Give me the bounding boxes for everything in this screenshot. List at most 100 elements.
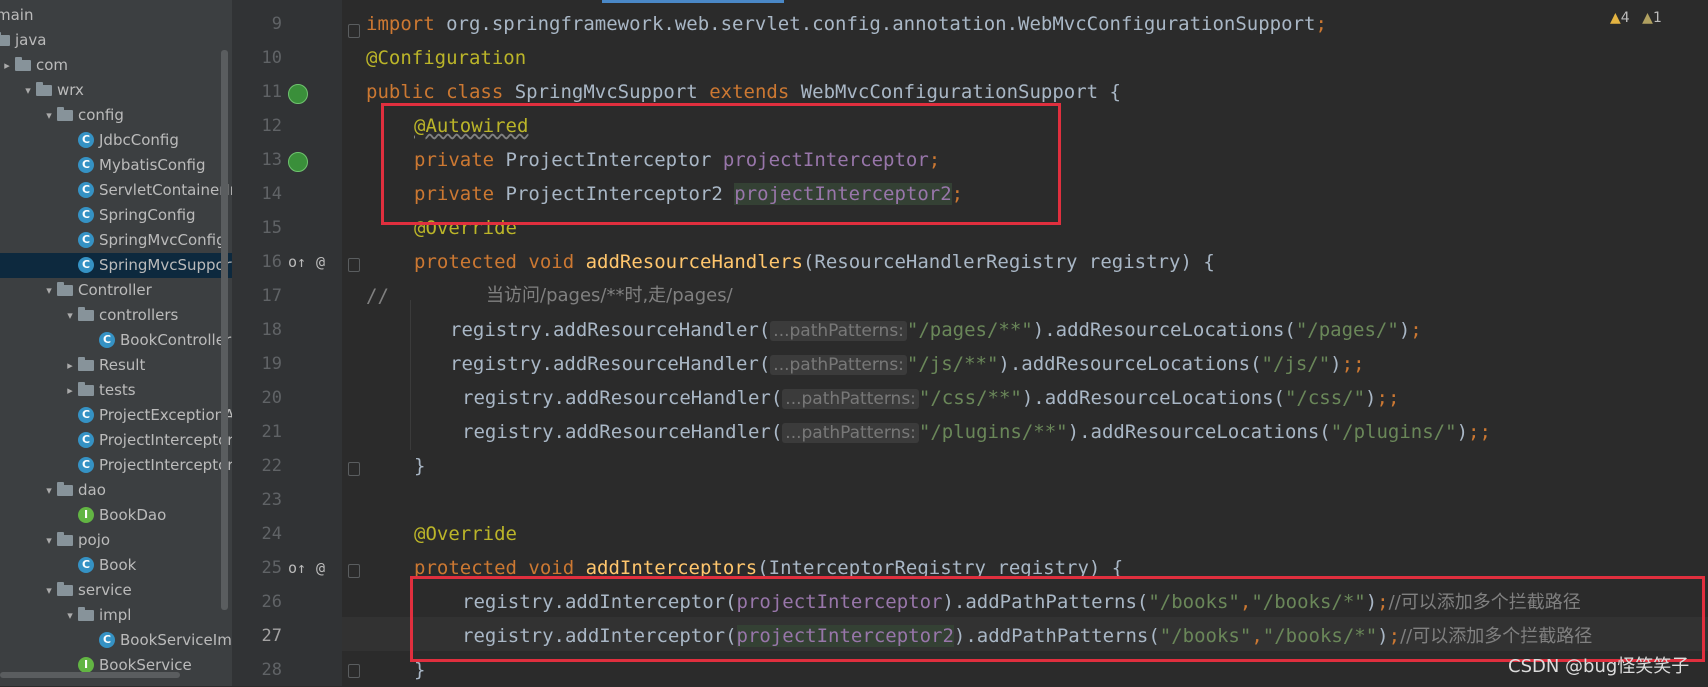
tree-item[interactable]: C Book (0, 553, 232, 578)
class-icon: C (99, 632, 115, 648)
tree-item[interactable]: ▾ Controller (0, 278, 232, 303)
line-number[interactable]: 25 (232, 551, 282, 585)
line-number[interactable]: 10 (232, 41, 282, 75)
line-number[interactable]: 9 (232, 7, 282, 41)
tree-item[interactable]: C SpringMvcSupport (0, 253, 232, 278)
class-icon: C (78, 207, 94, 223)
tree-item[interactable]: main (0, 3, 232, 28)
annotation-at-icon[interactable]: @ (316, 558, 325, 578)
line-number[interactable]: 26 (232, 585, 282, 619)
line-number[interactable]: 24 (232, 517, 282, 551)
tree-item[interactable]: C BookServiceImpl (0, 628, 232, 653)
line-number[interactable]: 27 (232, 619, 282, 653)
class-icon: C (78, 232, 94, 248)
chevron-down-icon[interactable]: ▾ (43, 528, 55, 553)
folder-icon (57, 482, 73, 496)
highlight-box-fields (381, 103, 1061, 225)
tree-item[interactable]: C BookController (0, 328, 232, 353)
class-icon: C (78, 457, 94, 473)
fold-marker-icon[interactable] (348, 664, 360, 678)
line-number[interactable]: 28 (232, 653, 282, 687)
tree-item-label: JdbcConfig (99, 131, 179, 149)
tree-item[interactable]: C ProjectInterceptor (0, 428, 232, 453)
chevron-right-icon[interactable]: ▸ (1, 53, 13, 78)
tree-item[interactable]: ▾ impl (0, 603, 232, 628)
project-tree-panel[interactable]: main java ▸ com ▾ wrx ▾ config C JdbcConfig C Mybat… (0, 0, 232, 686)
chevron-down-icon[interactable]: ▾ (22, 78, 34, 103)
tree-item[interactable]: ▸ com (0, 53, 232, 78)
chevron-down-icon[interactable]: ▾ (64, 603, 76, 628)
chevron-down-icon[interactable]: ▾ (43, 578, 55, 603)
tree-item[interactable]: C ServletContainerInitConfig (0, 178, 232, 203)
chevron-down-icon[interactable]: ▾ (43, 278, 55, 303)
tree-item-label: impl (99, 606, 132, 624)
tree-scrollbar[interactable] (221, 50, 228, 610)
folder-icon (36, 82, 52, 96)
line-number[interactable]: 20 (232, 381, 282, 415)
tree-item[interactable]: C ProjectInterceptor2 (0, 453, 232, 478)
line-number[interactable]: 17 (232, 279, 282, 313)
inspection-widget[interactable]: ▲4 ▲1 (1610, 8, 1662, 28)
line-number[interactable]: 15 (232, 211, 282, 245)
override-method-icon[interactable]: o↑ (288, 558, 306, 578)
tree-item-label: ServletContainerInitConfig (99, 181, 232, 199)
tree-item[interactable]: C SpringMvcConfig (0, 228, 232, 253)
tree-item[interactable]: ▾ config (0, 103, 232, 128)
line-number[interactable]: 19 (232, 347, 282, 381)
tree-item[interactable]: ▾ pojo (0, 528, 232, 553)
line-number[interactable]: 11 (232, 75, 282, 109)
tree-item[interactable]: ▾ controllers (0, 303, 232, 328)
chevron-down-icon[interactable]: ▾ (43, 103, 55, 128)
folder-icon (57, 532, 73, 546)
line-number[interactable]: 13 (232, 143, 282, 177)
tree-item-label: service (78, 581, 132, 599)
tree-item-label: config (78, 106, 124, 124)
tree-item[interactable]: I BookDao (0, 503, 232, 528)
class-icon: C (78, 432, 94, 448)
line-number[interactable]: 21 (232, 415, 282, 449)
tree-item[interactable]: ▾ service (0, 578, 232, 603)
fold-marker-icon[interactable] (348, 258, 360, 272)
line-number[interactable]: 16 (232, 245, 282, 279)
tree-horizontal-scrollbar[interactable] (0, 672, 180, 678)
tree-item-label: com (36, 56, 69, 74)
folder-icon (57, 107, 73, 121)
class-icon: C (78, 557, 94, 573)
annotation-at-icon[interactable]: @ (316, 252, 325, 272)
fold-marker-icon[interactable] (348, 564, 360, 578)
tree-item-label: ProjectInterceptor (99, 431, 232, 449)
watermark: CSDN @bug怪笑笑子 (1508, 656, 1690, 677)
chevron-right-icon[interactable]: ▸ (64, 378, 76, 403)
fold-marker-icon[interactable] (348, 462, 360, 476)
fold-marker-icon[interactable] (348, 24, 360, 38)
tree-item[interactable]: C ProjectExceptionAdvice (0, 403, 232, 428)
chevron-right-icon[interactable]: ▸ (64, 353, 76, 378)
tree-item[interactable]: C MybatisConfig (0, 153, 232, 178)
line-number[interactable]: 18 (232, 313, 282, 347)
chevron-down-icon[interactable]: ▾ (43, 478, 55, 503)
line-number[interactable]: 22 (232, 449, 282, 483)
tree-item[interactable]: ▸ tests (0, 378, 232, 403)
line-number[interactable]: 14 (232, 177, 282, 211)
line-number[interactable]: 12 (232, 109, 282, 143)
spring-bean-icon[interactable] (288, 84, 308, 104)
tree-item[interactable]: java (0, 28, 232, 53)
tree-item-label: SpringMvcConfig (99, 231, 226, 249)
class-icon: C (99, 332, 115, 348)
class-icon: C (78, 257, 94, 273)
tree-item-label: BookDao (99, 506, 167, 524)
tree-item[interactable]: ▸ Result (0, 353, 232, 378)
warning-icon: ▲ (1610, 10, 1621, 26)
spring-autowired-icon[interactable] (288, 152, 308, 172)
override-method-icon[interactable]: o↑ (288, 252, 306, 272)
tree-item[interactable]: C JdbcConfig (0, 128, 232, 153)
tree-item[interactable]: C SpringConfig (0, 203, 232, 228)
tree-item-label: ProjectInterceptor2 (99, 456, 232, 474)
tree-item[interactable]: ▾ wrx (0, 78, 232, 103)
class-icon: C (78, 407, 94, 423)
tree-item-label: BookController (120, 331, 232, 349)
folder-icon (15, 57, 31, 71)
tree-item[interactable]: ▾ dao (0, 478, 232, 503)
chevron-down-icon[interactable]: ▾ (64, 303, 76, 328)
line-number[interactable]: 23 (232, 483, 282, 517)
